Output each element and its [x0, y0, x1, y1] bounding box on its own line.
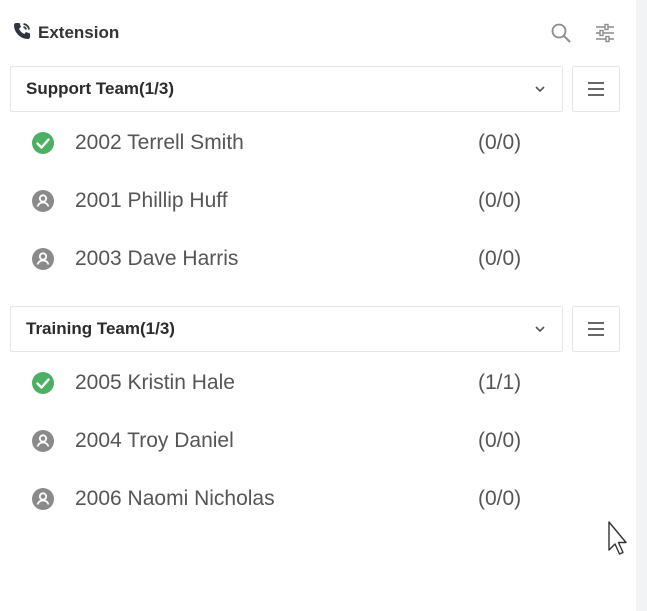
member-count: (1/1)	[478, 371, 522, 394]
online-status-icon	[32, 372, 54, 394]
member-count: (0/0)	[478, 487, 522, 510]
hamburger-icon	[588, 322, 604, 336]
panel-header: Extension	[0, 0, 636, 64]
panel-title: Extension	[12, 20, 119, 46]
member-row[interactable]: 2005 Kristin Hale (1/1)	[10, 354, 620, 412]
extension-panel: Extension Support Team(1/3) 2002 Terrell…	[0, 0, 636, 611]
group-training-team: Training Team(1/3) 2005 Kristin Hale (1/…	[10, 306, 620, 528]
member-row[interactable]: 2001 Phillip Huff (0/0)	[10, 172, 620, 230]
offline-status-icon	[32, 488, 54, 510]
member-label: 2001 Phillip Huff	[75, 189, 228, 212]
group-dropdown[interactable]: Support Team(1/3)	[10, 66, 563, 112]
member-label: 2005 Kristin Hale	[75, 371, 235, 394]
member-row[interactable]: 2002 Terrell Smith (0/0)	[10, 114, 620, 172]
offline-status-icon	[32, 248, 54, 270]
member-row[interactable]: 2003 Dave Harris (0/0)	[10, 230, 620, 288]
member-label: 2004 Troy Daniel	[75, 429, 234, 452]
online-status-icon	[32, 132, 54, 154]
group-menu-button[interactable]	[572, 66, 620, 112]
search-icon[interactable]	[548, 20, 574, 46]
panel-title-label: Extension	[38, 23, 120, 42]
phone-icon	[12, 21, 32, 46]
mouse-cursor-icon	[608, 521, 627, 555]
group-name: Training Team(1/3)	[26, 319, 175, 338]
scrollbar-track[interactable]	[636, 0, 647, 611]
hamburger-icon	[588, 82, 604, 96]
group-support-team: Support Team(1/3) 2002 Terrell Smith (0/…	[10, 66, 620, 288]
member-label: 2003 Dave Harris	[75, 247, 239, 270]
member-count: (0/0)	[478, 189, 522, 212]
offline-status-icon	[32, 430, 54, 452]
filter-settings-icon[interactable]	[592, 20, 618, 46]
offline-status-icon	[32, 190, 54, 212]
group-dropdown[interactable]: Training Team(1/3)	[10, 306, 563, 352]
member-count: (0/0)	[478, 429, 522, 452]
group-name: Support Team(1/3)	[26, 79, 174, 98]
chevron-down-icon	[535, 86, 545, 93]
group-menu-button[interactable]	[572, 306, 620, 352]
member-count: (0/0)	[478, 247, 522, 270]
member-count: (0/0)	[478, 131, 522, 154]
member-label: 2002 Terrell Smith	[75, 131, 244, 154]
member-row[interactable]: 2004 Troy Daniel (0/0)	[10, 412, 620, 470]
member-label: 2006 Naomi Nicholas	[75, 487, 275, 510]
chevron-down-icon	[535, 326, 545, 333]
member-row[interactable]: 2006 Naomi Nicholas (0/0)	[10, 470, 620, 528]
